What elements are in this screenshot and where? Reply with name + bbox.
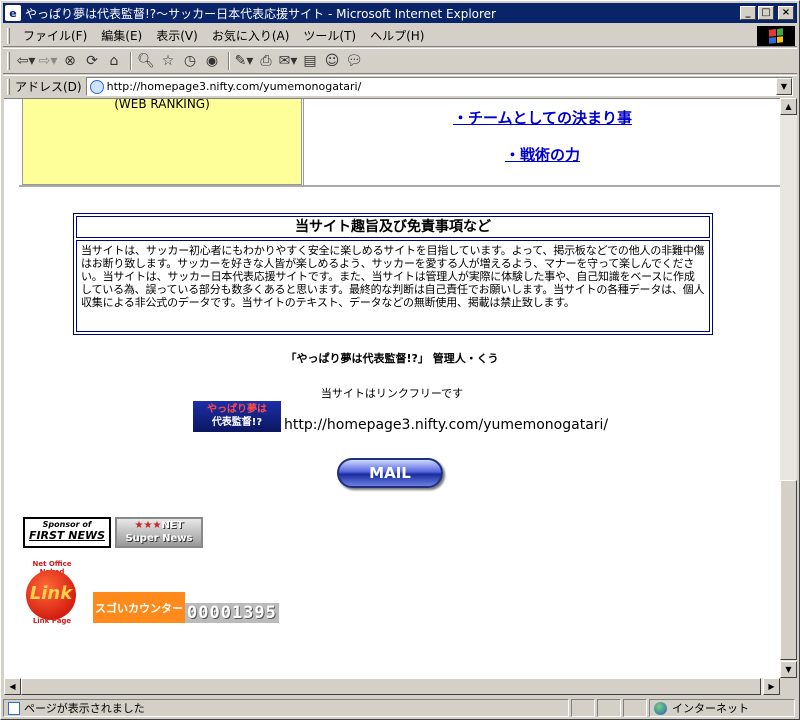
- banner-line1: やっぱり夢は: [207, 404, 267, 415]
- comment-icon[interactable]: 💬︎: [344, 51, 364, 71]
- status-bar: ページが表示されました インターネット: [3, 698, 797, 718]
- address-label: アドレス(D): [15, 80, 82, 94]
- browser-window: e やっぱり夢は代表監督!?～サッカー日本代表応援サイト - Microsoft…: [0, 0, 800, 720]
- horizontal-scroll-thumb[interactable]: [21, 678, 761, 695]
- page-icon: [89, 79, 104, 94]
- address-bar: アドレス(D) http://homepage3.nifty.com/yumem…: [3, 75, 797, 97]
- sponsor-line2: FIRST NEWS: [28, 529, 106, 542]
- counter-value: 00001395: [185, 603, 279, 623]
- search-icon[interactable]: 🔍︎: [136, 51, 156, 71]
- security-zone[interactable]: インターネット: [649, 699, 795, 717]
- forward-icon[interactable]: ⇨▾: [38, 51, 58, 71]
- net-super-news-badge[interactable]: ★★★NET Super News: [115, 517, 203, 548]
- ranking-cell: (WEB RANKING): [22, 99, 302, 185]
- messenger-icon[interactable]: ☺: [322, 51, 342, 71]
- favorites-icon[interactable]: ☆: [158, 51, 178, 71]
- mail-icon[interactable]: ✉▾: [278, 51, 298, 71]
- ie-icon: e: [5, 5, 21, 21]
- ranking-text: (WEB RANKING): [114, 98, 210, 111]
- discuss-icon[interactable]: ▤: [300, 51, 320, 71]
- status-pane-1: [571, 699, 595, 717]
- links-cell: ・チームとしての決まり事 ・戦術の力: [303, 99, 780, 185]
- menu-help[interactable]: ヘルプ(H): [363, 27, 431, 44]
- globe-icon: [654, 701, 667, 715]
- link-logo-bottom: Link Page: [32, 617, 72, 625]
- menu-file[interactable]: ファイル(F): [16, 27, 94, 44]
- link-free-text: 当サイトはリンクフリーです: [320, 387, 464, 400]
- status-pane-3: [623, 699, 647, 717]
- address-dropdown-icon[interactable]: ▼: [776, 78, 792, 95]
- status-pane-2: [597, 699, 621, 717]
- print-icon[interactable]: ⎙: [256, 51, 276, 71]
- address-url[interactable]: http://homepage3.nifty.com/yumemonogatar…: [107, 80, 776, 93]
- refresh-icon[interactable]: ⟳: [82, 51, 102, 71]
- home-icon[interactable]: ⌂: [104, 51, 124, 71]
- toolbar-separator: [228, 52, 230, 70]
- tactics-link[interactable]: ・戦術の力: [304, 144, 780, 165]
- scroll-up-icon[interactable]: ▲: [780, 98, 797, 115]
- vertical-scrollbar[interactable]: ▲ ▼: [780, 98, 797, 678]
- menu-grip[interactable]: [7, 27, 10, 44]
- done-page-icon: [8, 701, 20, 715]
- manager-text: 「やっぱり夢は代表監督!?」 管理人・くう: [285, 352, 499, 365]
- counter-label[interactable]: スゴいカウンター: [93, 592, 185, 623]
- address-grip[interactable]: [7, 78, 10, 95]
- menu-edit[interactable]: 編集(E): [94, 27, 149, 44]
- menu-bar: ファイル(F) 編集(E) 表示(V) お気に入り(A) ツール(T) ヘルプ(…: [3, 25, 797, 47]
- close-button[interactable]: ×: [778, 6, 794, 20]
- link-logo-center: Link: [26, 570, 76, 620]
- sponsor-badge[interactable]: Sponsor of FIRST NEWS: [23, 517, 111, 548]
- mail-button[interactable]: MAIL: [337, 458, 443, 488]
- edit-icon[interactable]: ✎▾: [234, 51, 254, 71]
- star-icon: ★★★: [134, 520, 162, 531]
- maximize-button[interactable]: □: [758, 6, 774, 20]
- scroll-down-icon[interactable]: ▼: [780, 661, 797, 678]
- site-url-text: http://homepage3.nifty.com/yumemonogatar…: [284, 417, 609, 433]
- toolbar-separator: [130, 52, 132, 70]
- standard-toolbar: ⇦▾ ⇨▾ ⊗ ⟳ ⌂ 🔍︎ ☆ ◷ ◉ ✎▾ ⎙ ✉▾ ▤ ☺ 💬︎: [3, 48, 797, 74]
- history-icon[interactable]: ◷: [180, 51, 200, 71]
- address-input[interactable]: http://homepage3.nifty.com/yumemonogatar…: [85, 77, 793, 96]
- status-text: ページが表示されました: [24, 702, 145, 715]
- disclaimer-box: 当サイト趣旨及び免責事項など 当サイトは、サッカー初心者にもわかりやすく安全に楽…: [73, 213, 713, 335]
- banner-line2: 代表監督!?: [211, 417, 263, 428]
- windows-logo-icon: [757, 25, 795, 46]
- net-badge-line1: NET: [161, 520, 184, 531]
- status-main: ページが表示されました: [3, 699, 569, 717]
- team-rules-link[interactable]: ・チームとしての決まり事: [304, 107, 780, 128]
- toolbar-grip[interactable]: [7, 52, 10, 70]
- disclaimer-body: 当サイトは、サッカー初心者にもわかりやすく安全に楽しめるサイトを目指しています。…: [76, 240, 710, 332]
- scroll-right-icon[interactable]: ▶: [763, 678, 780, 695]
- top-table: (WEB RANKING) ・チームとしての決まり事 ・戦術の力: [19, 99, 780, 187]
- vertical-scroll-thumb[interactable]: [780, 480, 797, 660]
- site-banner[interactable]: やっぱり夢は 代表監督!?: [193, 401, 281, 432]
- horizontal-scrollbar[interactable]: ◀ ▶: [4, 678, 780, 695]
- minimize-button[interactable]: _: [740, 6, 756, 20]
- media-icon[interactable]: ◉: [202, 51, 222, 71]
- page-viewport[interactable]: (WEB RANKING) ・チームとしての決まり事 ・戦術の力 当サイト趣旨及…: [4, 98, 780, 695]
- scroll-corner: [780, 678, 797, 695]
- stop-icon[interactable]: ⊗: [60, 51, 80, 71]
- menu-view[interactable]: 表示(V): [149, 27, 205, 44]
- zone-text: インターネット: [672, 702, 749, 715]
- window-title: やっぱり夢は代表監督!?～サッカー日本代表応援サイト - Microsoft I…: [25, 6, 496, 21]
- back-icon[interactable]: ⇦▾: [16, 51, 36, 71]
- menu-favorites[interactable]: お気に入り(A): [205, 27, 297, 44]
- scroll-left-icon[interactable]: ◀: [4, 678, 21, 695]
- title-bar[interactable]: e やっぱり夢は代表監督!?～サッカー日本代表応援サイト - Microsoft…: [3, 3, 797, 23]
- disclaimer-heading: 当サイト趣旨及び免責事項など: [76, 216, 710, 238]
- menu-tools[interactable]: ツール(T): [296, 27, 363, 44]
- net-badge-line2: Super News: [125, 533, 193, 544]
- link-page-logo[interactable]: Net Office Naked Link Link Page: [23, 560, 81, 625]
